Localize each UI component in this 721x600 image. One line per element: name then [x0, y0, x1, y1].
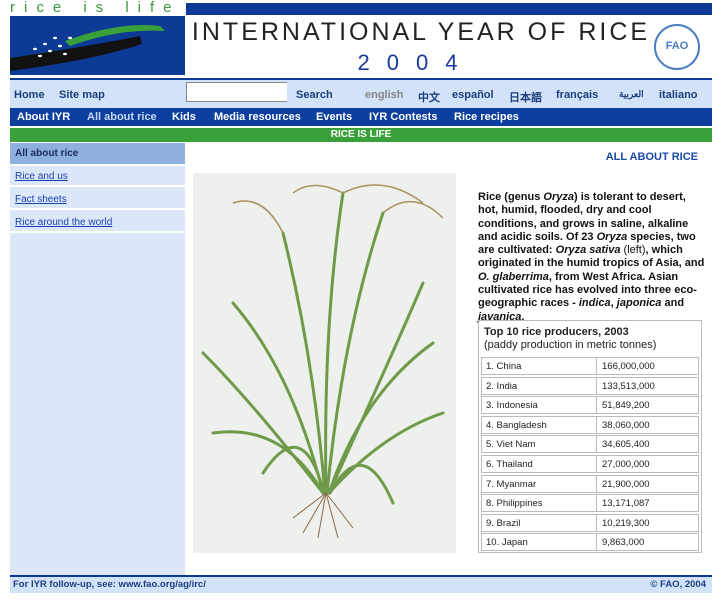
paragraph-text: (left) [620, 244, 646, 257]
country-cell: 2. India [486, 380, 518, 392]
production-cell: 166,000,000 [602, 361, 655, 372]
search-button[interactable]: Search [296, 89, 333, 101]
production-cell: 21,900,000 [602, 478, 650, 490]
production-cell: 38,060,000 [602, 419, 650, 431]
footer: For IYR follow-up, see: www.fao.org/ag/i… [10, 575, 712, 593]
top-rice-producers-table: Top 10 rice producers, 2003 (paddy produc… [478, 320, 702, 553]
nav-rice-recipes[interactable]: Rice recipes [454, 111, 519, 123]
table-row: 10. Japan 9,863,000 [481, 533, 699, 552]
cell-divider [596, 495, 597, 512]
italic-term: Oryza [596, 230, 628, 243]
nav-iyr-contests[interactable]: IYR Contests [369, 111, 437, 123]
page-year: 2004 [357, 50, 475, 75]
intro-paragraph: Rice (genus Oryza) is tolerant to desert… [478, 191, 706, 324]
rice-plant-illustration [193, 173, 456, 553]
nav-kids[interactable]: Kids [172, 111, 196, 123]
cell-divider [596, 416, 597, 433]
utility-nav: Home Site map Search english 中文 español … [10, 78, 712, 108]
fao-logo[interactable]: FAO [654, 24, 700, 70]
production-cell: 9,863,000 [602, 537, 645, 549]
page-title: INTERNATIONAL YEAR OF RICE [191, 18, 651, 46]
table-row: 4. Bangladesh 38,060,000 [481, 415, 699, 434]
header-top-bar [186, 3, 712, 15]
lang-italian[interactable]: italiano [659, 89, 698, 101]
production-cell: 27,000,000 [602, 459, 650, 470]
country-cell: 3. Indonesia [486, 400, 538, 412]
sidebar-link[interactable]: Rice and us [15, 171, 68, 182]
production-cell: 13,171,087 [602, 498, 650, 510]
italic-term: japonica [616, 297, 662, 310]
cell-divider [596, 436, 597, 453]
country-cell: 9. Brazil [486, 517, 521, 529]
country-cell: 1. China [486, 361, 522, 372]
nav-home[interactable]: Home [14, 89, 45, 101]
table-row: 9. Brazil 10,219,300 [481, 513, 699, 532]
nav-all-about-rice[interactable]: All about rice [87, 111, 157, 123]
table-subtitle: (paddy production in metric tonnes) [484, 339, 657, 351]
country-cell: 5. Viet Nam [486, 439, 536, 451]
lang-chinese[interactable]: 中文 [418, 89, 440, 105]
main-nav: About IYR All about rice Kids Media reso… [10, 108, 712, 126]
lang-japanese[interactable]: 日本語 [509, 89, 542, 105]
table-row: 3. Indonesia 51,849,200 [481, 396, 699, 415]
lang-english[interactable]: english [365, 89, 404, 101]
footer-copyright: © FAO, 2004 [650, 579, 706, 590]
table-title: Top 10 rice producers, 2003 [484, 326, 629, 338]
cell-divider [596, 475, 597, 492]
sidebar-item-rice-and-us[interactable]: Rice and us [10, 166, 185, 187]
italic-term: indica [578, 297, 611, 310]
cell-divider [596, 514, 597, 531]
cell-divider [596, 397, 597, 414]
rice-is-life-banner: RICE IS LIFE [10, 128, 712, 142]
lang-french[interactable]: français [556, 89, 598, 101]
country-cell: 4. Bangladesh [486, 419, 547, 431]
cell-divider [596, 377, 597, 394]
sidebar-item-rice-around-the-world[interactable]: Rice around the world [10, 212, 185, 233]
section-title: ALL ABOUT RICE [605, 151, 698, 163]
nav-site-map[interactable]: Site map [59, 89, 105, 101]
lang-arabic[interactable]: العربية [619, 89, 644, 100]
lang-spanish[interactable]: español [452, 89, 494, 101]
production-cell: 51,849,200 [602, 400, 650, 412]
sidebar: All about rice Rice and us Fact sheets R… [10, 143, 185, 575]
table-row: 8. Philippines 13,171,087 [481, 494, 699, 513]
cell-divider [596, 456, 597, 472]
table-row: 2. India 133,513,000 [481, 376, 699, 395]
sidebar-header: All about rice [10, 143, 185, 166]
sidebar-item-fact-sheets[interactable]: Fact sheets [10, 189, 185, 210]
cell-divider [596, 358, 597, 374]
rice-logo-image [10, 16, 185, 75]
table-row: 6. Thailand 27,000,000 [481, 455, 699, 473]
table-row: 7. Myanmar 21,900,000 [481, 474, 699, 493]
nav-events[interactable]: Events [316, 111, 352, 123]
italic-term: O. glaberrima [478, 270, 549, 283]
sidebar-link[interactable]: Fact sheets [15, 194, 67, 205]
nav-media-resources[interactable]: Media resources [214, 111, 301, 123]
production-cell: 10,219,300 [602, 517, 650, 529]
cell-divider [596, 534, 597, 551]
table-row: 5. Viet Nam 34,605,400 [481, 435, 699, 454]
search-input[interactable] [186, 82, 287, 102]
nav-about-iyr[interactable]: About IYR [17, 111, 70, 123]
production-cell: 133,513,000 [602, 380, 655, 392]
country-cell: 7. Myanmar [486, 478, 537, 490]
production-cell: 34,605,400 [602, 439, 650, 451]
italic-term: Oryza sativa [555, 244, 621, 257]
paragraph-text: Rice (genus [478, 191, 544, 203]
sidebar-link[interactable]: Rice around the world [15, 217, 112, 228]
table-row: 1. China 166,000,000 [481, 357, 699, 375]
logo-tagline: rice is life [10, 0, 181, 16]
country-cell: 10. Japan [486, 537, 528, 549]
footer-follow-up[interactable]: For IYR follow-up, see: www.fao.org/ag/i… [13, 579, 206, 590]
italic-term: Oryza [543, 191, 574, 203]
paragraph-text: and [661, 297, 685, 310]
country-cell: 8. Philippines [486, 498, 543, 510]
country-cell: 6. Thailand [486, 459, 533, 470]
